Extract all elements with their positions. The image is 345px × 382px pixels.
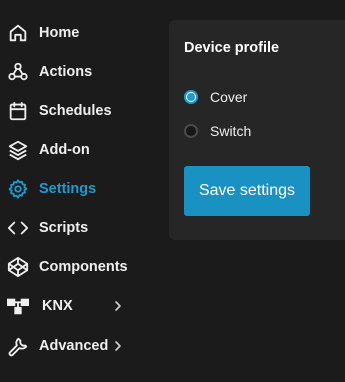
sidebar-item-label: Home: [39, 25, 80, 41]
sidebar: Home Actions Schedules Add-on Settings S…: [0, 0, 160, 382]
radio-button[interactable]: [184, 124, 198, 138]
sidebar-item-home[interactable]: Home: [0, 18, 150, 48]
sidebar-item-label: Add-on: [39, 142, 90, 158]
sidebar-item-components[interactable]: Components: [0, 252, 150, 282]
layers-icon: [7, 139, 29, 161]
sidebar-item-advanced[interactable]: Advanced: [0, 331, 150, 361]
sidebar-item-knx[interactable]: KNX: [0, 291, 150, 321]
save-settings-button[interactable]: Save settings: [184, 166, 310, 216]
calendar-icon: [7, 100, 29, 122]
radio-option-switch[interactable]: Switch: [184, 121, 251, 141]
sidebar-item-label: Advanced: [39, 338, 109, 354]
sidebar-item-label: KNX: [42, 298, 73, 314]
webhook-icon: [7, 61, 29, 83]
sidebar-item-addon[interactable]: Add-on: [0, 135, 150, 165]
sidebar-item-label: Actions: [39, 64, 93, 80]
chevron-right-icon: [115, 301, 121, 311]
sidebar-item-label: Settings: [39, 181, 97, 197]
radio-label: Switch: [210, 123, 252, 139]
device-profile-panel: Device profile Cover Switch Save setting…: [169, 20, 345, 240]
sidebar-item-schedules[interactable]: Schedules: [0, 96, 150, 126]
home-icon: [7, 22, 29, 44]
radio-option-cover[interactable]: Cover: [184, 87, 247, 107]
radio-button[interactable]: [184, 90, 198, 104]
wrench-icon: [7, 335, 29, 357]
network-icon: [7, 295, 29, 317]
codepen-icon: [7, 256, 29, 278]
sidebar-item-label: Components: [39, 259, 128, 275]
sidebar-item-label: Schedules: [39, 103, 112, 119]
gear-icon: [7, 178, 29, 200]
radio-label: Cover: [210, 89, 248, 105]
sidebar-item-settings[interactable]: Settings: [0, 174, 150, 204]
sidebar-item-scripts[interactable]: Scripts: [0, 213, 150, 243]
chevron-right-icon: [115, 341, 121, 351]
sidebar-item-actions[interactable]: Actions: [0, 57, 150, 87]
panel-title: Device profile: [184, 40, 280, 56]
code-icon: [7, 217, 29, 239]
sidebar-item-label: Scripts: [39, 220, 89, 236]
